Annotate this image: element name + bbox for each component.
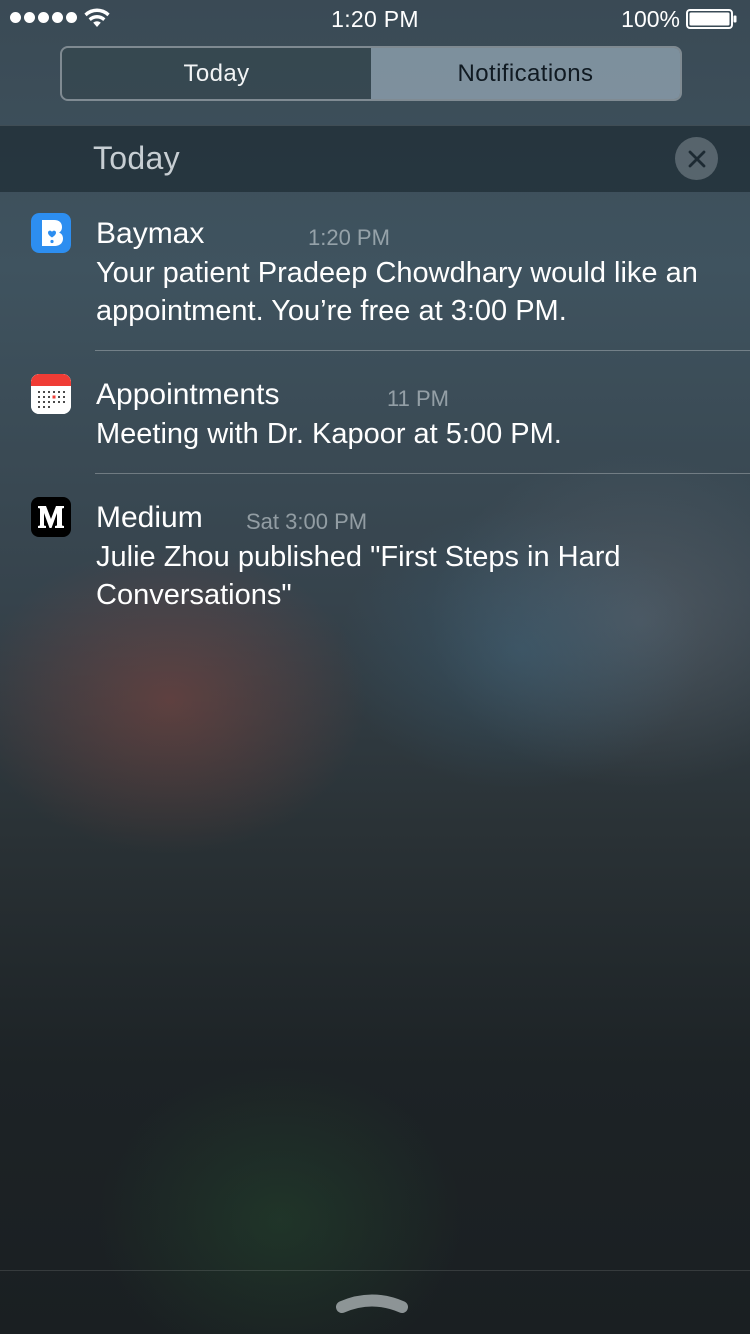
notification-time: Sat 3:00 PM: [246, 509, 368, 534]
status-bar: 1:20 PM 100%: [0, 0, 750, 40]
tab-today[interactable]: Today: [62, 48, 371, 99]
battery-percentage: 100%: [621, 6, 680, 32]
notification-divider: [95, 473, 750, 474]
view-switcher: Today Notifications: [60, 46, 682, 101]
tab-notifications[interactable]: Notifications: [371, 48, 680, 99]
grabber-chevron-icon[interactable]: [334, 1286, 410, 1316]
section-header: Today: [0, 125, 750, 192]
notification-divider: [95, 350, 750, 351]
notification-app-name: Appointments: [96, 378, 280, 411]
calendar-app-icon: [31, 374, 71, 414]
section-title: Today: [93, 140, 180, 176]
notification-app-name: Baymax: [96, 217, 205, 250]
baymax-app-icon: [31, 213, 71, 253]
notification-message: Julie Zhou published "First Steps in Har…: [96, 541, 621, 611]
notification-time: 11 PM: [387, 386, 449, 411]
notification-message: Meeting with Dr. Kapoor at 5:00 PM.: [96, 418, 562, 450]
clear-section-button[interactable]: [675, 137, 718, 180]
notification-app-name: Medium: [96, 501, 203, 534]
notification-message: Your patient Pradeep Chowdhary would lik…: [96, 257, 698, 327]
notification-time: 1:20 PM: [308, 225, 390, 250]
bottom-divider: [0, 1270, 750, 1271]
battery-icon: [686, 9, 737, 29]
medium-app-icon: [31, 497, 71, 537]
close-icon: [688, 150, 705, 167]
